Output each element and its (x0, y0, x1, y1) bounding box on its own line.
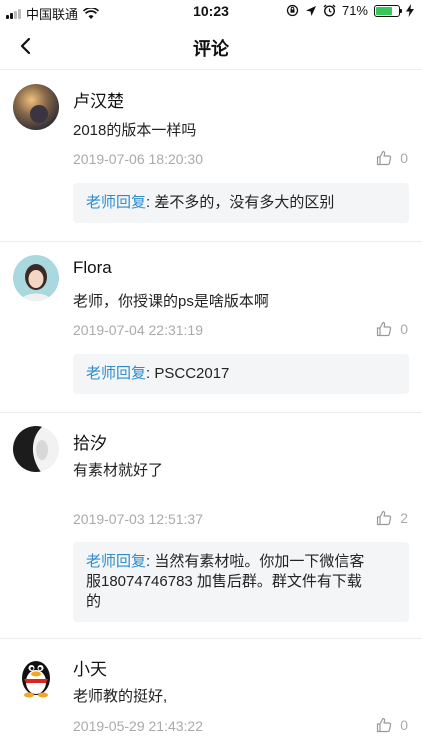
reply-line: 的 (86, 593, 102, 610)
thumbs-up-icon (377, 150, 392, 166)
reply-text: 当然有素材啦。你加一下微信客 (154, 553, 365, 570)
status-bar: 中国联通 10:23 71% (0, 0, 422, 24)
comment-author: Flora (73, 258, 112, 277)
like-button[interactable]: 0 (376, 717, 408, 733)
comment-time: 2019-05-29 21:43:22 (73, 718, 203, 734)
battery-level (376, 6, 392, 15)
avatar-image-icon (13, 255, 59, 301)
battery-icon (374, 4, 402, 17)
nav-bar: 评论 (0, 24, 422, 70)
comment-text: 2018的版本一样吗 (73, 122, 197, 139)
reply-label: 老师回复 (86, 553, 147, 570)
like-count: 0 (400, 717, 408, 733)
comment-time: 2019-07-06 18:20:30 (73, 151, 203, 167)
thumbs-up-icon (377, 510, 392, 526)
status-right: 71% (286, 3, 414, 18)
penguin-avatar-icon (22, 661, 50, 698)
comment-item: Flora 老师，你授课的ps是啥版本啊 2019-07-04 22:31:19… (0, 241, 422, 412)
comment-time: 2019-07-03 12:51:37 (73, 511, 203, 527)
like-button[interactable]: 0 (376, 150, 408, 166)
comment-author: 卢汉楚 (73, 92, 124, 111)
teacher-reply: 老师回复: 当然有素材啦。你加一下微信客 服18074746783 加售后群。群… (73, 542, 409, 622)
reply-label: 老师回复 (86, 365, 147, 382)
reply-label: 老师回复 (86, 194, 147, 211)
comment-time: 2019-07-04 22:31:19 (73, 322, 203, 338)
comment-author: 拾汐 (73, 434, 107, 453)
page-title: 评论 (193, 39, 229, 59)
avatar (13, 255, 59, 301)
like-button[interactable]: 0 (376, 321, 408, 337)
avatar-image-icon (13, 84, 59, 130)
like-button[interactable]: 2 (376, 510, 408, 526)
reply-line: 服18074746783 加售后群。群文件有下载 (86, 573, 362, 590)
avatar-image-icon (13, 426, 59, 472)
alarm-icon (323, 4, 336, 17)
comment-item: 卢汉楚 2018的版本一样吗 2019-07-06 18:20:30 0 老师回… (0, 70, 422, 241)
avatar (13, 426, 59, 472)
reply-text: 差不多的，没有多大的区别 (154, 194, 335, 211)
thumbs-up-icon (377, 321, 392, 337)
avatar (13, 84, 59, 130)
comment-item: 拾汐 有素材就好了 2019-07-03 12:51:37 2 老师回复: 当然… (0, 412, 422, 638)
thumbs-up-icon (377, 717, 392, 733)
avatar (13, 652, 59, 698)
orientation-lock-icon (286, 4, 299, 17)
reply-line: 老师回复: 当然有素材啦。你加一下微信客 (86, 552, 396, 572)
comment-text: 有素材就好了 (73, 462, 164, 479)
charging-icon (406, 4, 414, 17)
teacher-reply: 老师回复: 差不多的，没有多大的区别 (73, 183, 409, 223)
comment-item: 小天 老师教的挺好, 2019-05-29 21:43:22 0 (0, 638, 422, 750)
like-count: 0 (400, 150, 408, 166)
comment-text: 老师，你授课的ps是啥版本啊 (73, 293, 269, 310)
like-count: 0 (400, 321, 408, 337)
battery-percent: 71% (341, 3, 368, 18)
comment-author: 小天 (73, 660, 107, 679)
comment-text: 老师教的挺好, (73, 688, 168, 705)
like-count: 2 (400, 510, 408, 526)
location-icon (305, 5, 316, 16)
teacher-reply: 老师回复: PSCC2017 (73, 354, 409, 394)
reply-text: PSCC2017 (154, 365, 230, 382)
